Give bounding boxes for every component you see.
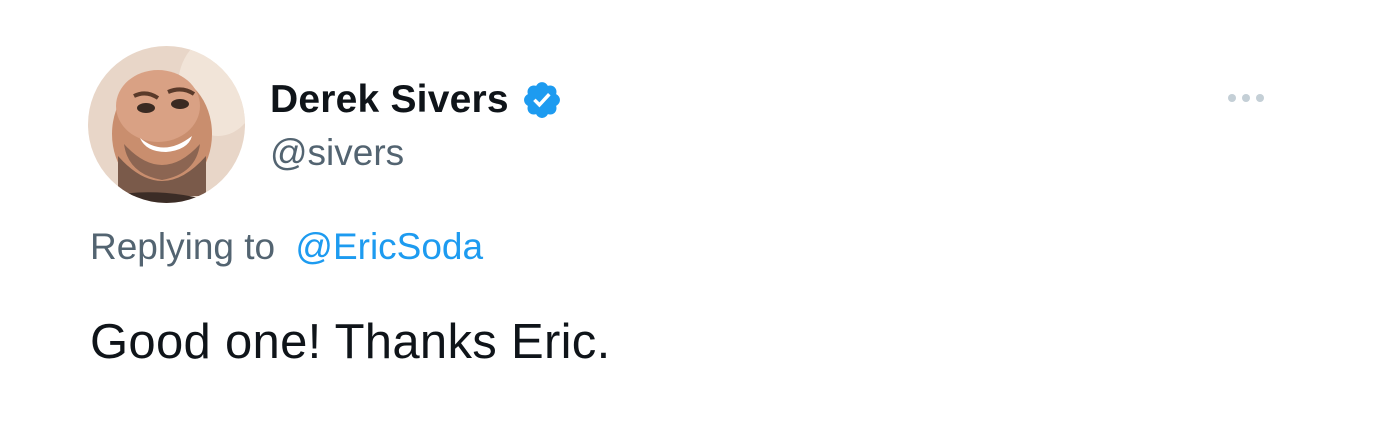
replying-to-label: Replying to xyxy=(90,226,276,267)
more-horizontal-icon xyxy=(1228,94,1264,102)
replying-to: Replying to @EricSoda xyxy=(90,226,483,268)
verified-badge-icon xyxy=(521,79,563,121)
author-name-row: Derek Sivers xyxy=(270,76,563,124)
tweet-text: Good one! Thanks Eric. xyxy=(90,315,611,369)
author-display-name[interactable]: Derek Sivers xyxy=(270,78,509,122)
avatar[interactable] xyxy=(88,46,245,203)
reply-mention-link[interactable]: @EricSoda xyxy=(295,226,483,267)
tweet-card: Derek Sivers @sivers Replying to @EricSo… xyxy=(0,0,1394,444)
author-handle[interactable]: @sivers xyxy=(270,132,404,174)
avatar-photo xyxy=(88,46,245,203)
more-options-button[interactable] xyxy=(1222,86,1270,110)
